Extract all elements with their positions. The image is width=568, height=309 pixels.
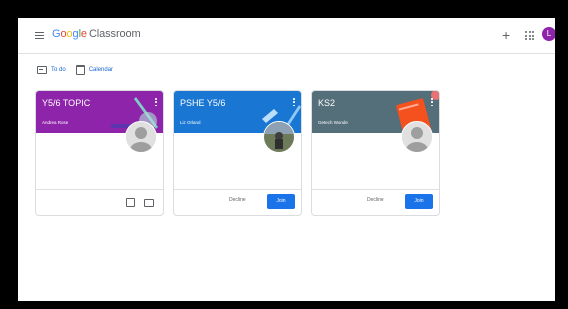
- calendar-link[interactable]: Calendar: [75, 65, 114, 75]
- subnav: To do Calendar: [37, 65, 123, 75]
- card-options-icon[interactable]: [155, 98, 157, 106]
- top-app-bar: Google Classroom + L: [18, 18, 555, 54]
- calendar-label: Calendar: [88, 67, 114, 73]
- join-button[interactable]: Join: [405, 194, 433, 209]
- folder-icon[interactable]: [144, 199, 154, 207]
- card-title[interactable]: KS2: [318, 98, 335, 108]
- person-placeholder-icon: [126, 122, 156, 152]
- card-options-icon[interactable]: [431, 98, 433, 106]
- class-card-y56-topic[interactable]: Y5/6 TOPIC Andrea Rose: [35, 90, 164, 216]
- classroom-window: Google Classroom + L To do Calendar Y5/6 …: [18, 18, 555, 301]
- todo-label: To do: [51, 67, 66, 73]
- class-card-pshe[interactable]: PSHE Y5/6 Liz Orland Decline Join: [173, 90, 302, 216]
- todo-icon: [37, 66, 47, 74]
- card-owner: Andrea Rose: [42, 120, 69, 125]
- teacher-avatar: [401, 121, 433, 153]
- menu-icon[interactable]: [35, 32, 44, 39]
- card-title[interactable]: Y5/6 TOPIC: [42, 98, 90, 108]
- decline-button[interactable]: Decline: [229, 197, 246, 203]
- card-owner: Getech Wonde: [318, 120, 348, 125]
- teacher-photo: [264, 122, 294, 152]
- todo-link[interactable]: To do: [37, 66, 66, 74]
- card-title[interactable]: PSHE Y5/6: [180, 98, 225, 108]
- teacher-avatar: [263, 121, 295, 153]
- decline-button[interactable]: Decline: [367, 197, 384, 203]
- card-footer: Decline Join: [312, 189, 439, 215]
- card-owner: Liz Orland: [180, 120, 201, 125]
- app-logo[interactable]: Google Classroom: [52, 28, 141, 40]
- account-avatar[interactable]: L: [542, 27, 555, 41]
- assignment-icon[interactable]: [126, 198, 135, 207]
- join-button[interactable]: Join: [267, 194, 295, 209]
- product-name: Classroom: [88, 28, 141, 40]
- card-footer: [36, 189, 163, 215]
- teacher-avatar: [125, 121, 157, 153]
- person-placeholder-icon: [402, 122, 432, 152]
- card-options-icon[interactable]: [293, 98, 295, 106]
- card-footer: Decline Join: [174, 189, 301, 215]
- class-card-ks2[interactable]: KS2 Getech Wonde Decline Join: [311, 90, 440, 216]
- plus-icon[interactable]: +: [502, 28, 510, 42]
- calendar-icon: [75, 65, 85, 75]
- google-apps-icon[interactable]: [525, 31, 534, 40]
